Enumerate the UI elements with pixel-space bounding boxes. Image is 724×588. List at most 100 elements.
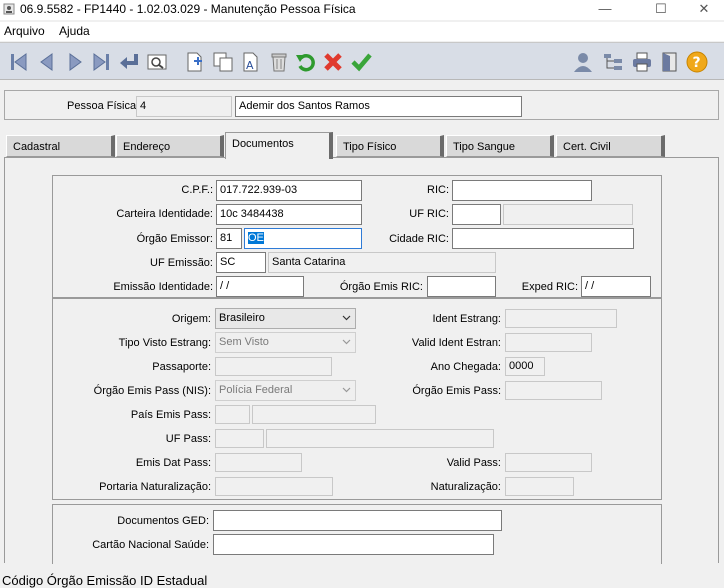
orgao-emissor-sigla-field[interactable]: OE xyxy=(244,228,362,249)
search-icon[interactable] xyxy=(146,51,168,73)
ric-field[interactable] xyxy=(452,180,592,201)
return-icon[interactable] xyxy=(118,51,140,73)
tab-cert-civil[interactable]: Cert. Civil xyxy=(556,135,665,157)
uf-pass-code-field xyxy=(215,429,264,448)
close-button[interactable]: ✕ xyxy=(684,0,724,20)
chevron-down-icon xyxy=(342,339,351,345)
pais-emis-pass-name-field xyxy=(252,405,376,424)
emissao-identidade-label: Emissão Identidade: xyxy=(113,281,213,293)
new-document-icon[interactable] xyxy=(184,51,206,73)
pais-emis-pass-code-field xyxy=(215,405,250,424)
portaria-naturalizacao-label: Portaria Naturalização: xyxy=(99,481,211,493)
foreign-documents-group: Origem: Brasileiro Ident Estrang: Tipo V… xyxy=(52,298,662,500)
valid-pass-field xyxy=(505,453,592,472)
uf-ric-field[interactable] xyxy=(452,204,501,225)
documentos-ged-field[interactable] xyxy=(213,510,502,531)
last-record-icon[interactable] xyxy=(90,51,112,73)
pais-emis-pass-label: País Emis Pass: xyxy=(130,409,211,421)
ident-estrang-field xyxy=(505,309,617,328)
confirm-icon[interactable] xyxy=(350,51,372,73)
cidade-ric-field[interactable] xyxy=(452,228,634,249)
person-code-field[interactable]: 4 xyxy=(136,96,232,117)
person-label: Pessoa Física: xyxy=(67,100,140,112)
tree-icon[interactable] xyxy=(602,51,624,73)
tab-cadastral[interactable]: Cadastral xyxy=(6,135,115,157)
undo-icon[interactable] xyxy=(295,51,317,73)
cancel-icon[interactable] xyxy=(322,51,344,73)
tab-documentos[interactable]: Documentos xyxy=(225,132,333,159)
emis-dat-pass-field xyxy=(215,453,302,472)
other-documents-group: Documentos GED: Cartão Nacional Saúde: xyxy=(52,504,662,564)
tipo-visto-select: Sem Visto xyxy=(215,332,356,353)
naturalizacao-label: Naturalização: xyxy=(430,481,501,493)
exped-ric-label: Exped RIC: xyxy=(521,281,578,293)
carteira-identidade-field[interactable]: 10c 3484438 xyxy=(216,204,362,225)
emissao-identidade-field[interactable]: / / xyxy=(216,276,304,297)
maximize-button[interactable]: ☐ xyxy=(638,0,684,20)
valid-ident-label: Valid Ident Estran: xyxy=(411,337,501,349)
prev-record-icon[interactable] xyxy=(36,51,58,73)
chevron-down-icon xyxy=(342,315,351,321)
uf-emissao-field[interactable]: SC xyxy=(216,252,266,273)
ano-chegada-label: Ano Chegada: xyxy=(430,361,501,373)
person-name-field[interactable]: Ademir dos Santos Ramos xyxy=(235,96,522,117)
print-icon[interactable] xyxy=(631,51,653,73)
uf-emissao-name-field: Santa Catarina xyxy=(268,252,496,273)
tipo-visto-label: Tipo Visto Estrang: xyxy=(118,337,211,349)
next-record-icon[interactable] xyxy=(64,51,86,73)
carteira-identidade-label: Carteira Identidade: xyxy=(116,208,213,220)
cartao-nacional-saude-label: Cartão Nacional Saúde: xyxy=(92,539,209,551)
menu-arquivo[interactable]: Arquivo xyxy=(4,24,45,38)
orgao-emis-pass-field xyxy=(505,381,602,400)
svg-text:A: A xyxy=(246,59,254,72)
orgao-emis-pass-label: Órgão Emis Pass: xyxy=(412,385,501,397)
user-icon[interactable] xyxy=(572,51,594,73)
orgao-emissor-label: Órgão Emissor: xyxy=(136,233,213,245)
uf-pass-label: UF Pass: xyxy=(165,433,211,445)
exped-ric-field[interactable]: / / xyxy=(581,276,651,297)
documents-panel: C.P.F.: 017.722.939-03 RIC: Carteira Ide… xyxy=(4,157,719,564)
tipo-visto-value: Sem Visto xyxy=(219,336,269,348)
tab-tipo-sangue[interactable]: Tipo Sangue xyxy=(446,135,554,157)
exit-icon[interactable] xyxy=(659,51,681,73)
tab-tipo-fisico[interactable]: Tipo Físico xyxy=(336,135,444,157)
orgao-emissor-code-field[interactable]: 81 xyxy=(216,228,242,249)
minimize-button[interactable]: — xyxy=(582,0,628,20)
orgao-emis-pass-nis-select: Polícia Federal xyxy=(215,380,356,401)
toolbar: A ? xyxy=(0,42,724,80)
origem-label: Origem: xyxy=(171,313,211,325)
documentos-ged-label: Documentos GED: xyxy=(117,515,209,527)
status-bar: Código Órgão Emissão ID Estadual xyxy=(2,573,208,588)
orgao-emissor-sigla-text: OE xyxy=(248,232,264,244)
delete-icon[interactable] xyxy=(268,51,290,73)
orgao-emis-pass-nis-label: Órgão Emis Pass (NIS): xyxy=(93,385,211,397)
copy-icon[interactable] xyxy=(212,51,234,73)
tab-endereco[interactable]: Endereço xyxy=(116,135,224,157)
cartao-nacional-saude-field[interactable] xyxy=(213,534,494,555)
cidade-ric-label: Cidade RIC: xyxy=(389,233,449,245)
orgao-emis-ric-field[interactable] xyxy=(427,276,496,297)
emis-dat-pass-label: Emis Dat Pass: xyxy=(135,457,211,469)
tab-strip: Cadastral Endereço Documentos Tipo Físic… xyxy=(0,130,724,159)
uf-pass-name-field xyxy=(266,429,494,448)
first-record-icon[interactable] xyxy=(8,51,30,73)
chevron-down-icon xyxy=(342,387,351,393)
cpf-field[interactable]: 017.722.939-03 xyxy=(216,180,362,201)
orgao-emis-pass-nis-value: Polícia Federal xyxy=(219,384,293,396)
edit-text-icon[interactable]: A xyxy=(240,51,262,73)
orgao-emis-ric-label: Órgão Emis RIC: xyxy=(339,281,423,293)
passaporte-field xyxy=(215,357,332,376)
ric-label: RIC: xyxy=(427,184,449,196)
origem-select[interactable]: Brasileiro xyxy=(215,308,356,329)
help-icon[interactable]: ? xyxy=(686,51,708,73)
id-documents-group: C.P.F.: 017.722.939-03 RIC: Carteira Ide… xyxy=(52,175,662,298)
uf-ric-label: UF RIC: xyxy=(409,208,449,220)
valid-ident-field xyxy=(505,333,592,352)
origem-value: Brasileiro xyxy=(219,312,265,324)
uf-emissao-label: UF Emissão: xyxy=(150,257,213,269)
menu-bar: Arquivo Ajuda xyxy=(0,22,724,41)
svg-text:?: ? xyxy=(693,55,701,71)
portaria-naturalizacao-field xyxy=(215,477,333,496)
menu-ajuda[interactable]: Ajuda xyxy=(59,24,90,38)
ano-chegada-field: 0000 xyxy=(505,357,545,376)
